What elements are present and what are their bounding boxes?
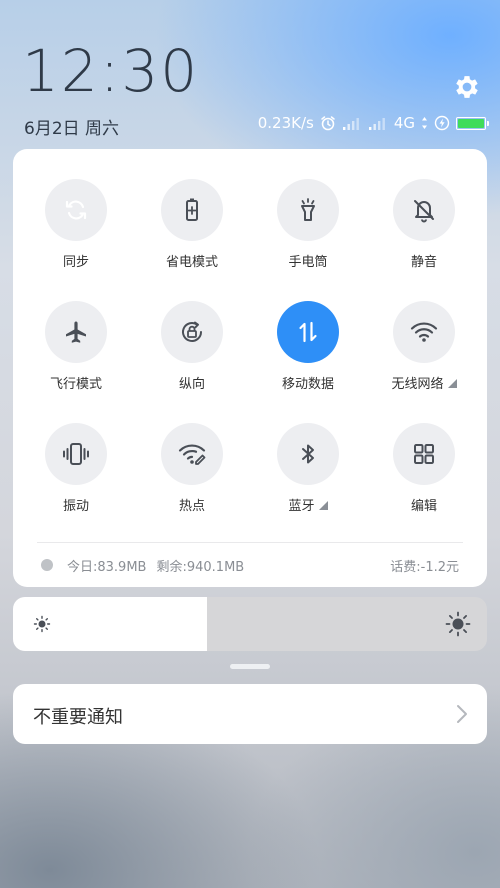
tile-silent-label: 静音 xyxy=(410,255,437,270)
tile-hotspot[interactable]: 热点 xyxy=(134,423,250,523)
tile-mobile-data-circle[interactable] xyxy=(277,301,339,363)
phone-balance: 话费:-1.2元 xyxy=(390,559,459,575)
tile-hotspot-label: 热点 xyxy=(178,499,205,514)
tile-bluetooth[interactable]: 蓝牙 xyxy=(250,423,366,523)
tile-wifi-label: 无线网络 xyxy=(391,373,457,392)
panel-divider xyxy=(37,542,463,543)
tile-silent[interactable]: 静音 xyxy=(366,179,482,279)
data-usage-remaining: 剩余:940.1MB xyxy=(156,559,245,575)
data-arrows-icon xyxy=(422,117,427,129)
tile-bluetooth-label: 蓝牙 xyxy=(288,495,328,514)
tile-portrait-lock-label: 纵向 xyxy=(178,377,205,392)
chevron-right-icon xyxy=(457,705,467,723)
unimportant-notifications-label: 不重要通知 xyxy=(33,707,123,728)
tile-portrait-lock[interactable]: 纵向 xyxy=(134,301,250,401)
tile-bluetooth-circle[interactable] xyxy=(277,423,339,485)
tile-wifi-label-text: 无线网络 xyxy=(391,377,444,392)
signal-icon-sim1 xyxy=(342,118,359,130)
tile-sync-label: 同步 xyxy=(62,255,89,270)
brightness-slider[interactable] xyxy=(13,597,487,651)
tile-vibrate-label: 振动 xyxy=(62,499,89,514)
battery-icon xyxy=(456,116,489,130)
brightness-high-icon xyxy=(445,611,471,637)
tile-wifi-circle[interactable] xyxy=(393,301,455,363)
tile-mobile-data-label: 移动数据 xyxy=(281,377,334,392)
tile-airplane-mode-circle[interactable] xyxy=(45,301,107,363)
flashlight-icon xyxy=(301,198,315,221)
date[interactable]: 6月2日 周六 xyxy=(24,114,119,139)
tile-mobile-data[interactable]: 移动数据 xyxy=(250,301,366,401)
tile-flashlight-circle[interactable] xyxy=(277,179,339,241)
network-type: 4G xyxy=(393,114,415,132)
tile-hotspot-circle[interactable] xyxy=(161,423,223,485)
tile-vibrate-circle[interactable] xyxy=(45,423,107,485)
bluetooth-icon xyxy=(302,444,314,464)
tile-airplane-mode[interactable]: 飞行模式 xyxy=(18,301,134,401)
brightness-low-icon xyxy=(33,615,51,633)
tile-edit-circle[interactable] xyxy=(393,423,455,485)
bell-off-icon xyxy=(414,200,434,223)
battery-fill xyxy=(458,118,484,128)
tile-flashlight-label: 手电筒 xyxy=(288,255,328,270)
data-usage-row[interactable]: 今日:83.9MB 剩余:940.1MB 话费:-1.2元 xyxy=(41,555,459,575)
wifi-icon xyxy=(410,322,438,342)
tile-battery-saver[interactable]: 省电模式 xyxy=(134,179,250,279)
unimportant-notifications-row[interactable]: 不重要通知 xyxy=(13,684,487,744)
data-usage-indicator-icon xyxy=(41,559,53,571)
tile-sync[interactable]: 同步 xyxy=(18,179,134,279)
tile-silent-circle[interactable] xyxy=(393,179,455,241)
tile-vibrate[interactable]: 振动 xyxy=(18,423,134,523)
data-usage-today: 今日:83.9MB xyxy=(67,559,147,575)
status-area: 12:30 6月2日 周六 0.23K/s 4G xyxy=(0,0,500,148)
net-speed: 0.23K/s xyxy=(257,114,314,132)
tile-bluetooth-label-text: 蓝牙 xyxy=(288,499,315,514)
drag-handle[interactable] xyxy=(230,664,270,669)
sync-icon xyxy=(65,200,87,220)
tile-sync-circle[interactable] xyxy=(45,179,107,241)
tile-flashlight[interactable]: 手电筒 xyxy=(250,179,366,279)
rotation-lock-icon xyxy=(182,321,202,342)
tile-portrait-lock-circle[interactable] xyxy=(161,301,223,363)
vibrate-icon xyxy=(63,443,89,465)
gear-icon[interactable] xyxy=(452,72,482,102)
alarm-icon xyxy=(321,116,335,131)
tile-airplane-mode-label: 飞行模式 xyxy=(49,377,102,392)
expand-triangle-icon[interactable] xyxy=(447,379,457,388)
expand-triangle-icon[interactable] xyxy=(318,501,328,510)
battery-saver-icon xyxy=(186,198,198,221)
airplane-icon xyxy=(66,321,86,343)
tile-edit[interactable]: 编辑 xyxy=(366,423,482,523)
clock[interactable]: 12:30 xyxy=(22,42,199,100)
system-status-row: 0.23K/s 4G xyxy=(257,113,489,133)
quick-settings-panel: 同步 省电模式 手电筒 静音 飞行模式 纵向 移动数据 无线网络 振动 热点 蓝… xyxy=(13,149,487,587)
tile-battery-saver-circle[interactable] xyxy=(161,179,223,241)
signal-icon-sim2 xyxy=(368,118,385,130)
tile-edit-label: 编辑 xyxy=(410,499,437,514)
tile-wifi[interactable]: 无线网络 xyxy=(366,301,482,401)
hotspot-icon xyxy=(178,444,206,465)
grid-edit-icon xyxy=(414,444,434,464)
charging-icon xyxy=(434,115,450,131)
tile-battery-saver-label: 省电模式 xyxy=(165,255,218,270)
mobile-data-icon xyxy=(299,321,317,343)
